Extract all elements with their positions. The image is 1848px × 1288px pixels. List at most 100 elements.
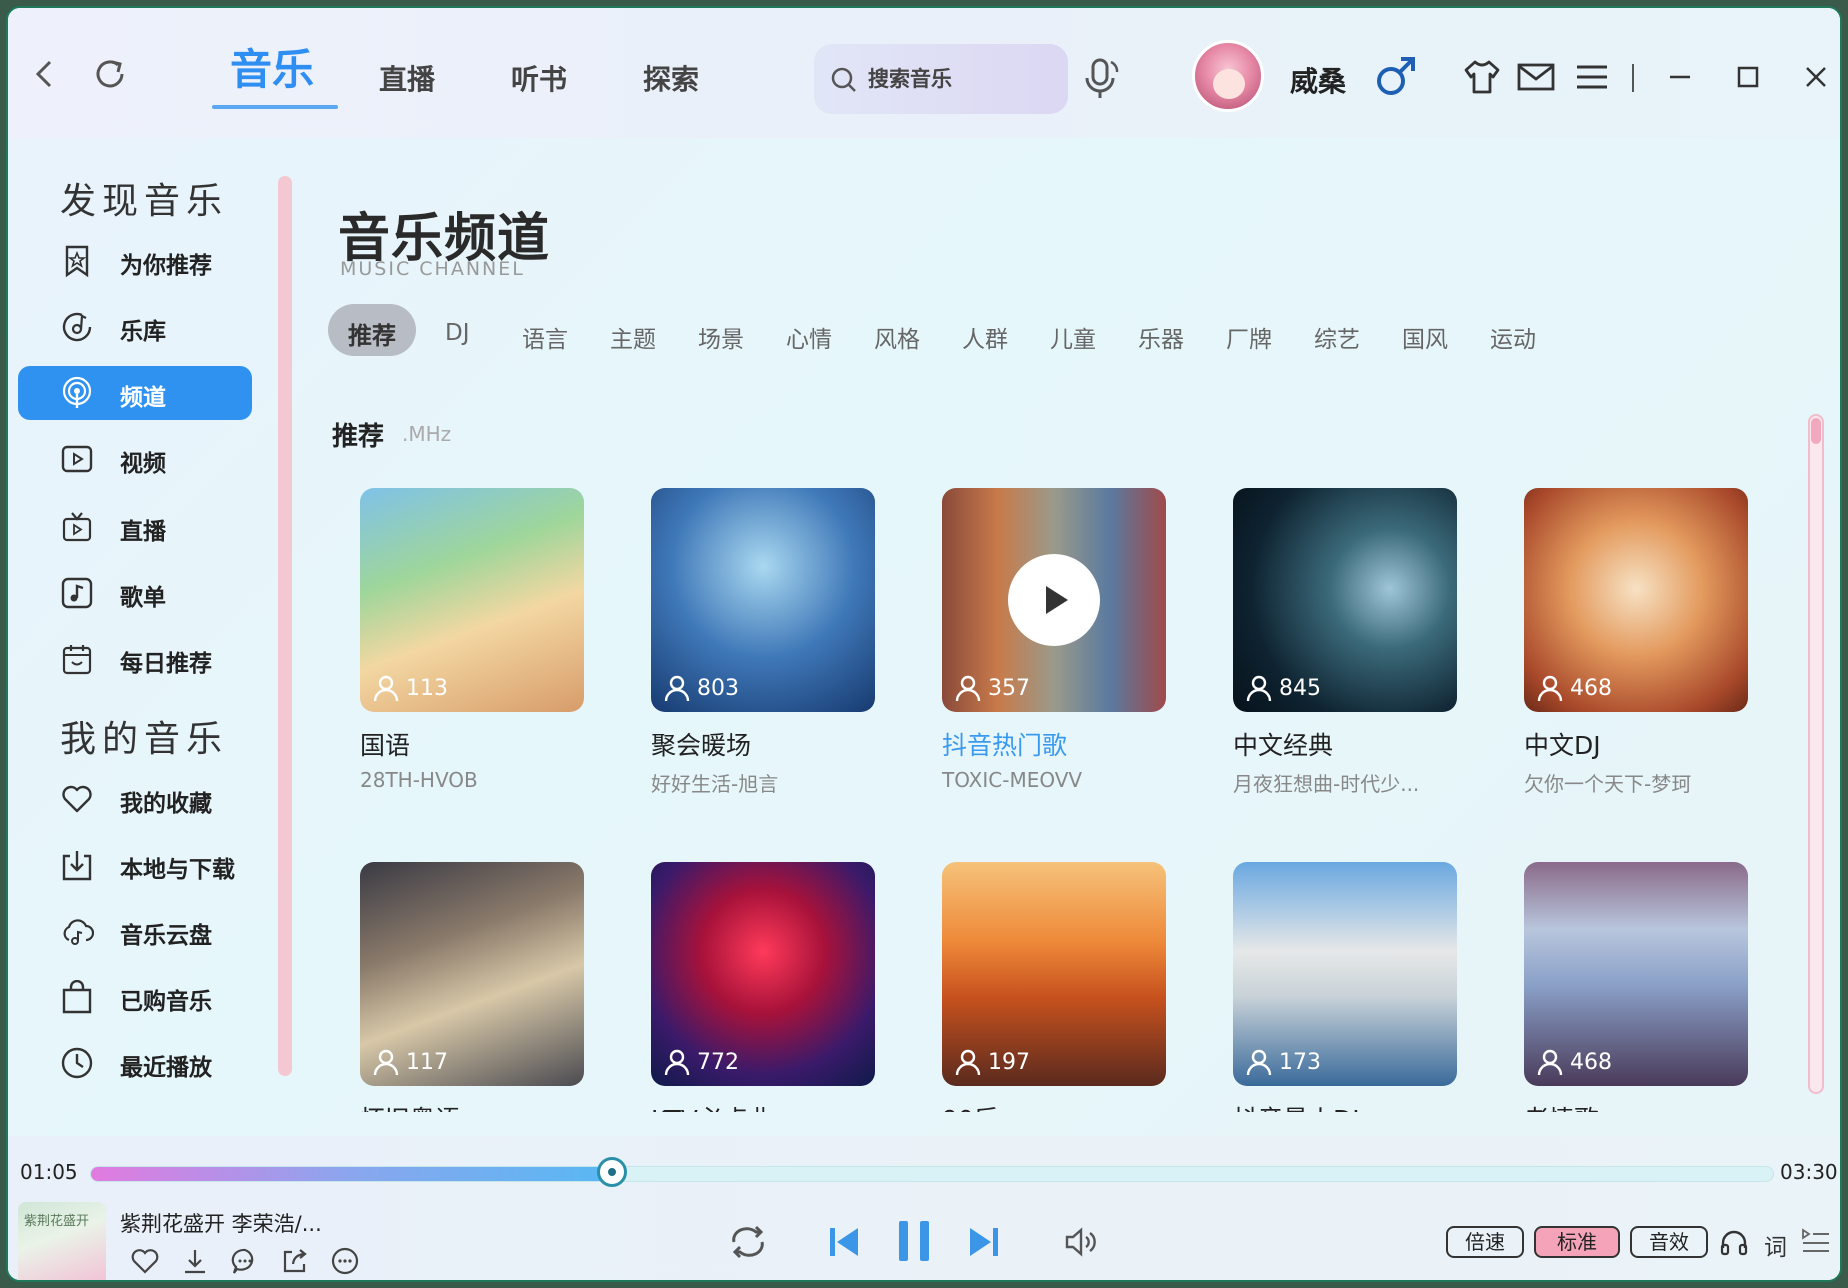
card-cover[interactable]: 772	[651, 862, 875, 1086]
card-cover[interactable]: 113	[360, 488, 584, 712]
sidebar-item-playlist[interactable]: 歌单	[18, 566, 252, 620]
menu-icon[interactable]	[1572, 58, 1612, 96]
card-title[interactable]: 中文DJ	[1524, 726, 1601, 762]
tab-explore[interactable]: 探索	[643, 58, 699, 98]
sidebar-item-library[interactable]: 乐库	[18, 300, 252, 354]
sidebar-item-local-download[interactable]: 本地与下载	[18, 838, 252, 892]
card-title[interactable]: 中文经典	[1233, 726, 1333, 762]
card-song[interactable]: 月夜狂想曲-时代少...	[1233, 768, 1419, 797]
listener-count: 803	[663, 674, 739, 702]
card-title[interactable]: 老情歌	[1524, 1100, 1599, 1112]
tab-audiobook[interactable]: 听书	[511, 58, 567, 98]
next-track-icon[interactable]	[966, 1224, 1002, 1260]
sidebar-item-purchased[interactable]: 已购音乐	[18, 970, 252, 1024]
category-tab-style[interactable]: 风格	[874, 320, 920, 354]
speed-button[interactable]: 倍速	[1446, 1226, 1524, 1258]
category-tab-label[interactable]: 厂牌	[1226, 320, 1272, 354]
like-heart-icon[interactable]	[130, 1246, 160, 1276]
card-song[interactable]: 好好生活-旭言	[651, 768, 778, 797]
back-icon[interactable]	[26, 54, 66, 94]
category-tab-theme[interactable]: 主题	[610, 320, 656, 354]
play-icon[interactable]	[1008, 554, 1100, 646]
main-scrollbar[interactable]	[1808, 414, 1824, 1094]
voice-search-icon[interactable]	[1081, 56, 1121, 102]
sidebar-item-daily[interactable]: 每日推荐	[18, 632, 252, 686]
page-subtitle: MUSIC CHANNEL	[340, 258, 525, 280]
repeat-icon[interactable]	[726, 1220, 770, 1264]
sidebar-item-cloud[interactable]: 音乐云盘	[18, 904, 252, 958]
play-queue-icon[interactable]	[1800, 1226, 1832, 1256]
card-title[interactable]: 聚会暖场	[651, 726, 751, 762]
maximize-icon[interactable]	[1728, 58, 1768, 96]
card-song[interactable]: 欠你一个天下-梦珂	[1524, 768, 1691, 797]
pause-icon[interactable]	[894, 1218, 934, 1264]
heart-icon	[60, 782, 94, 816]
search-input[interactable]	[868, 60, 1058, 98]
listener-count: 197	[954, 1048, 1030, 1076]
progress-bar[interactable]	[90, 1157, 1774, 1187]
sound-effect-button[interactable]: 音效	[1630, 1226, 1708, 1258]
category-tab-variety[interactable]: 综艺	[1314, 320, 1360, 354]
sidebar-item-live[interactable]: 直播	[18, 500, 252, 554]
card-cover[interactable]: 117	[360, 862, 584, 1086]
category-tab-language[interactable]: 语言	[522, 320, 568, 354]
card-title[interactable]: 抖音最火DJ	[1233, 1100, 1360, 1112]
mail-icon[interactable]	[1516, 58, 1556, 96]
volume-icon[interactable]	[1062, 1224, 1098, 1260]
category-tab-instrument[interactable]: 乐器	[1138, 320, 1184, 354]
card-song[interactable]: TOXIC-MEOVV	[942, 768, 1082, 792]
card-title[interactable]: 怀旧粤语	[360, 1100, 460, 1112]
sidebar-scrollbar[interactable]	[278, 176, 292, 1076]
scrollbar-thumb[interactable]	[1811, 418, 1821, 444]
share-icon[interactable]	[280, 1246, 310, 1276]
sidebar-item-channel[interactable]: 频道	[18, 366, 252, 420]
minimize-icon[interactable]	[1660, 58, 1700, 96]
category-tab-recommend[interactable]: 推荐	[328, 304, 416, 356]
app-window: 音乐 直播 听书 探索 威桑	[6, 6, 1842, 1282]
listener-count: 772	[663, 1048, 739, 1076]
category-tab-scene[interactable]: 场景	[698, 320, 744, 354]
sidebar-item-video[interactable]: 视频	[18, 432, 252, 486]
sidebar-item-label: 我的收藏	[120, 791, 212, 817]
search-box[interactable]	[814, 44, 1068, 114]
card-cover[interactable]: 468	[1524, 488, 1748, 712]
previous-track-icon[interactable]	[826, 1224, 862, 1260]
sidebar-item-recommend[interactable]: 为你推荐	[18, 234, 252, 288]
card-cover[interactable]: 803	[651, 488, 875, 712]
category-tab-sports[interactable]: 运动	[1490, 320, 1536, 354]
card-title[interactable]: 90后	[942, 1100, 999, 1112]
category-tab-dj[interactable]: DJ	[445, 320, 470, 346]
category-tab-mood[interactable]: 心情	[786, 320, 832, 354]
sidebar-item-favorites[interactable]: 我的收藏	[18, 772, 252, 826]
category-tab-crowd[interactable]: 人群	[962, 320, 1008, 354]
more-icon[interactable]	[330, 1246, 360, 1276]
card-title[interactable]: KTV必点曲	[651, 1100, 773, 1112]
now-playing-title[interactable]: 紫荆花盛开 李荣浩/...	[120, 1208, 322, 1238]
quality-button[interactable]: 标准	[1534, 1226, 1620, 1258]
username[interactable]: 威桑	[1290, 60, 1346, 100]
close-icon[interactable]	[1796, 58, 1836, 96]
card-cover[interactable]: 468	[1524, 862, 1748, 1086]
progress-knob[interactable]	[597, 1157, 628, 1187]
album-art[interactable]: 紫荆花盛开	[18, 1202, 106, 1280]
card-song[interactable]: 28TH-HVOB	[360, 768, 478, 792]
category-tab-guofeng[interactable]: 国风	[1402, 320, 1448, 354]
download-icon[interactable]	[180, 1246, 210, 1276]
search-icon	[830, 66, 858, 94]
card-cover[interactable]: 197	[942, 862, 1166, 1086]
card-cover[interactable]: 357	[942, 488, 1166, 712]
tab-music[interactable]: 音乐	[230, 36, 314, 97]
sidebar-item-recent[interactable]: 最近播放	[18, 1036, 252, 1090]
refresh-icon[interactable]	[90, 54, 130, 94]
headphones-icon[interactable]	[1718, 1226, 1750, 1258]
tab-live[interactable]: 直播	[379, 58, 435, 98]
avatar[interactable]	[1192, 40, 1264, 112]
card-title[interactable]: 国语	[360, 726, 410, 762]
card-cover[interactable]: 173	[1233, 862, 1457, 1086]
comment-icon[interactable]	[230, 1246, 260, 1276]
category-tab-children[interactable]: 儿童	[1050, 320, 1096, 354]
card-title[interactable]: 抖音热门歌	[942, 726, 1067, 762]
lyrics-button[interactable]: 词	[1764, 1228, 1787, 1262]
skin-shirt-icon[interactable]	[1462, 58, 1502, 96]
card-cover[interactable]: 845	[1233, 488, 1457, 712]
